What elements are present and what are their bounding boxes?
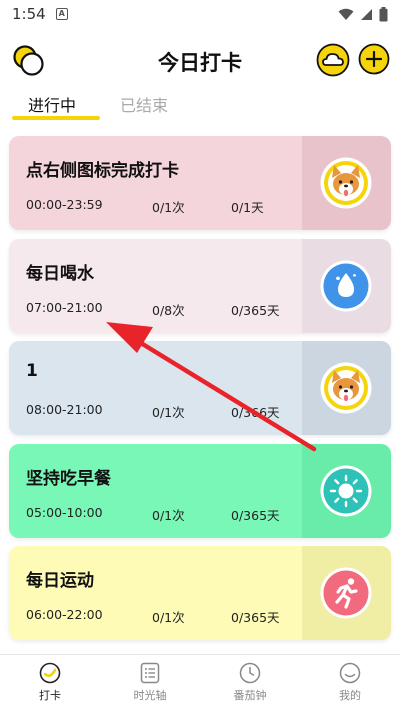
card-days: 0/1天 [231, 200, 264, 215]
checkin-card[interactable]: 每日运动 06:00-22:00 0/1次 0/365天 [9, 546, 391, 640]
nav-label: 我的 [339, 689, 361, 702]
status-icons [338, 6, 388, 22]
checkin-button[interactable] [302, 546, 391, 640]
card-days: 0/365天 [231, 303, 280, 318]
bottom-navigation: 打卡 时光轴 番茄钟 我的 [0, 654, 400, 710]
card-time-range: 00:00-23:59 [26, 197, 103, 212]
tab-in-progress[interactable]: 进行中 [28, 92, 76, 116]
card-body[interactable]: 1 08:00-21:00 0/1次 0/366天 [9, 341, 302, 435]
nav-item-pomodoro[interactable]: 番茄钟 [210, 655, 290, 710]
water-drop-icon[interactable] [319, 259, 373, 313]
card-count: 0/1次 [152, 405, 185, 420]
checkin-button[interactable] [302, 341, 391, 435]
card-days: 0/366天 [231, 405, 280, 420]
card-title: 每日运动 [26, 571, 94, 591]
status-bar: 1:54 A [0, 0, 400, 28]
timeline-icon [140, 662, 160, 684]
card-count: 0/1次 [152, 508, 185, 523]
card-count: 0/1次 [152, 200, 185, 215]
status-tabs: 进行中 已结束 [0, 88, 400, 124]
wifi-icon [338, 8, 354, 20]
tab-ended[interactable]: 已结束 [120, 92, 168, 116]
sun-icon[interactable] [319, 464, 373, 518]
checkin-button[interactable] [302, 136, 391, 230]
cloud-sync-icon[interactable] [316, 43, 350, 77]
card-time-range: 06:00-22:00 [26, 607, 103, 622]
card-count: 0/8次 [152, 303, 185, 318]
clock-icon [239, 662, 261, 684]
status-time: 1:54 [12, 5, 46, 23]
card-title: 点右侧图标完成打卡 [26, 161, 179, 181]
checkin-card[interactable]: 坚持吃早餐 05:00-10:00 0/1次 0/365天 [9, 444, 391, 538]
notification-badge: A [55, 8, 68, 20]
card-title: 1 [26, 361, 38, 381]
card-title: 每日喝水 [26, 264, 94, 284]
nav-item-checkin[interactable]: 打卡 [10, 655, 90, 710]
nav-label: 番茄钟 [233, 689, 267, 702]
card-title: 坚持吃早餐 [26, 469, 111, 489]
checkin-card[interactable]: 点右侧图标完成打卡 00:00-23:59 0/1次 0/1天 [9, 136, 391, 230]
active-tab-indicator [12, 116, 100, 120]
checkin-button[interactable] [302, 444, 391, 538]
card-body[interactable]: 点右侧图标完成打卡 00:00-23:59 0/1次 0/1天 [9, 136, 302, 230]
card-time-range: 08:00-21:00 [26, 402, 103, 417]
card-days: 0/365天 [231, 508, 280, 523]
nav-label: 打卡 [39, 689, 61, 702]
checkin-card[interactable]: 每日喝水 07:00-21:00 0/8次 0/365天 [9, 239, 391, 333]
dog-icon[interactable] [319, 156, 373, 210]
card-time-range: 05:00-10:00 [26, 505, 103, 520]
card-body[interactable]: 坚持吃早餐 05:00-10:00 0/1次 0/365天 [9, 444, 302, 538]
dog-icon[interactable] [319, 361, 373, 415]
profile-icon [339, 662, 361, 684]
checkin-button[interactable] [302, 239, 391, 333]
app-header: 今日打卡 [0, 38, 400, 84]
card-time-range: 07:00-21:00 [26, 300, 103, 315]
card-body[interactable]: 每日喝水 07:00-21:00 0/8次 0/365天 [9, 239, 302, 333]
card-body[interactable]: 每日运动 06:00-22:00 0/1次 0/365天 [9, 546, 302, 640]
card-count: 0/1次 [152, 610, 185, 625]
card-days: 0/365天 [231, 610, 280, 625]
cellular-signal-icon [361, 8, 372, 20]
checkin-icon [39, 662, 61, 684]
add-icon[interactable] [358, 43, 390, 75]
nav-item-profile[interactable]: 我的 [310, 655, 390, 710]
checkin-card[interactable]: 1 08:00-21:00 0/1次 0/366天 [9, 341, 391, 435]
nav-item-timeline[interactable]: 时光轴 [110, 655, 190, 710]
nav-label: 时光轴 [133, 689, 167, 702]
running-icon[interactable] [319, 566, 373, 620]
battery-icon [379, 6, 388, 21]
